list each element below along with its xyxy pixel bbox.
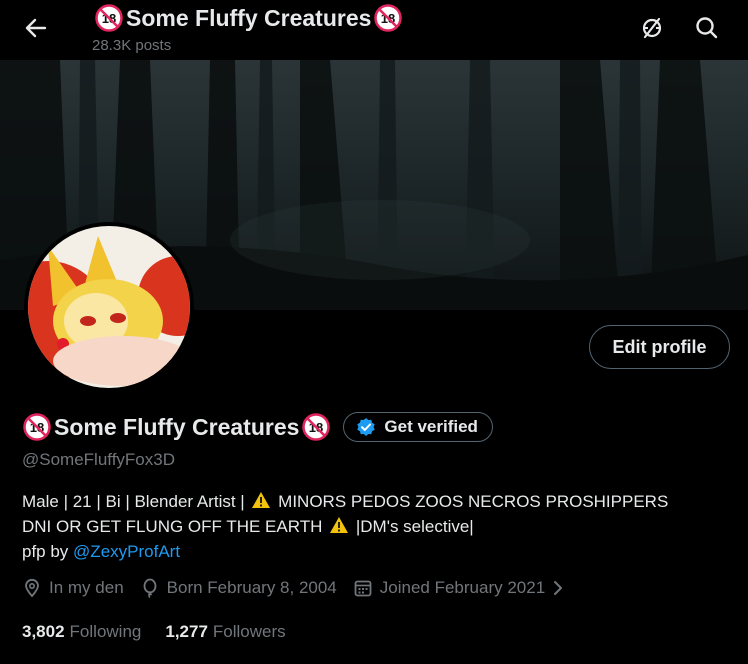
back-button[interactable] (18, 10, 54, 46)
arrow-left-icon (25, 18, 47, 38)
no-under-18-icon: 18 (301, 412, 331, 442)
analytics-button[interactable] (634, 10, 670, 46)
followers-link[interactable]: 1,277 Followers (165, 622, 285, 642)
follow-stats: 3,802 Following 1,277 Followers (22, 622, 310, 642)
verified-badge-icon (357, 418, 376, 436)
no-under-18-icon: 18 (22, 412, 52, 442)
post-count: 28.3K posts (92, 37, 172, 54)
followers-count: 1,277 (165, 622, 208, 641)
joined-item[interactable]: Joined February 2021 (353, 578, 564, 598)
display-name-text: Some Fluffy Creatures (54, 413, 300, 440)
followers-label: Followers (212, 622, 286, 641)
no-under-18-icon: 18 (373, 3, 403, 33)
header-name-text: Some Fluffy Creatures (126, 4, 372, 31)
profile-header: 18 Some Fluffy Creatures 18 28.3K posts (0, 0, 748, 60)
fox-avatar-image (28, 226, 190, 388)
following-label: Following (69, 622, 142, 641)
warning-emoji-icon (251, 491, 271, 509)
born-text: Born February 8, 2004 (166, 578, 337, 597)
no-under-18-icon: 18 (94, 3, 124, 33)
bio-text: |DM's selective| (355, 517, 474, 536)
display-name: 18 Some Fluffy Creatures 18 (22, 412, 331, 442)
name-row: 18 Some Fluffy Creatures 18 Get verified (22, 412, 493, 442)
user-handle: @SomeFluffyFox3D (22, 450, 175, 469)
chevron-right-icon (554, 581, 563, 595)
location-text: In my den (49, 578, 124, 597)
location-pin-icon (25, 578, 39, 598)
bio-text: DNI OR GET FLUNG OFF THE EARTH (22, 517, 323, 536)
balloon-icon (143, 578, 157, 598)
calendar-icon (354, 580, 372, 597)
search-icon (696, 17, 718, 39)
mention-link[interactable]: @ZexyProfArt (73, 542, 180, 561)
analytics-icon (642, 17, 662, 39)
edit-profile-button[interactable]: Edit profile (589, 325, 730, 369)
search-button[interactable] (689, 10, 725, 46)
birthday-item: Born February 8, 2004 (140, 578, 337, 598)
bio-text: pfp by (22, 542, 69, 561)
bio-text: Male | 21 | Bi | Blender Artist | (22, 492, 245, 511)
bio-text: MINORS PEDOS ZOOS NECROS PROSHIPPERS (278, 492, 669, 511)
location-item: In my den (22, 578, 124, 598)
avatar[interactable] (24, 222, 194, 392)
bio: Male | 21 | Bi | Blender Artist | MINORS… (22, 489, 722, 564)
header-title: 18 Some Fluffy Creatures 18 (94, 3, 403, 33)
warning-emoji-icon (329, 516, 349, 534)
get-verified-label: Get verified (384, 417, 478, 436)
following-count: 3,802 (22, 622, 65, 641)
get-verified-button[interactable]: Get verified (343, 412, 493, 442)
profile-meta: In my den Born February 8, 2004 Joined F… (22, 578, 580, 598)
following-link[interactable]: 3,802 Following (22, 622, 141, 642)
joined-text: Joined February 2021 (379, 578, 546, 597)
